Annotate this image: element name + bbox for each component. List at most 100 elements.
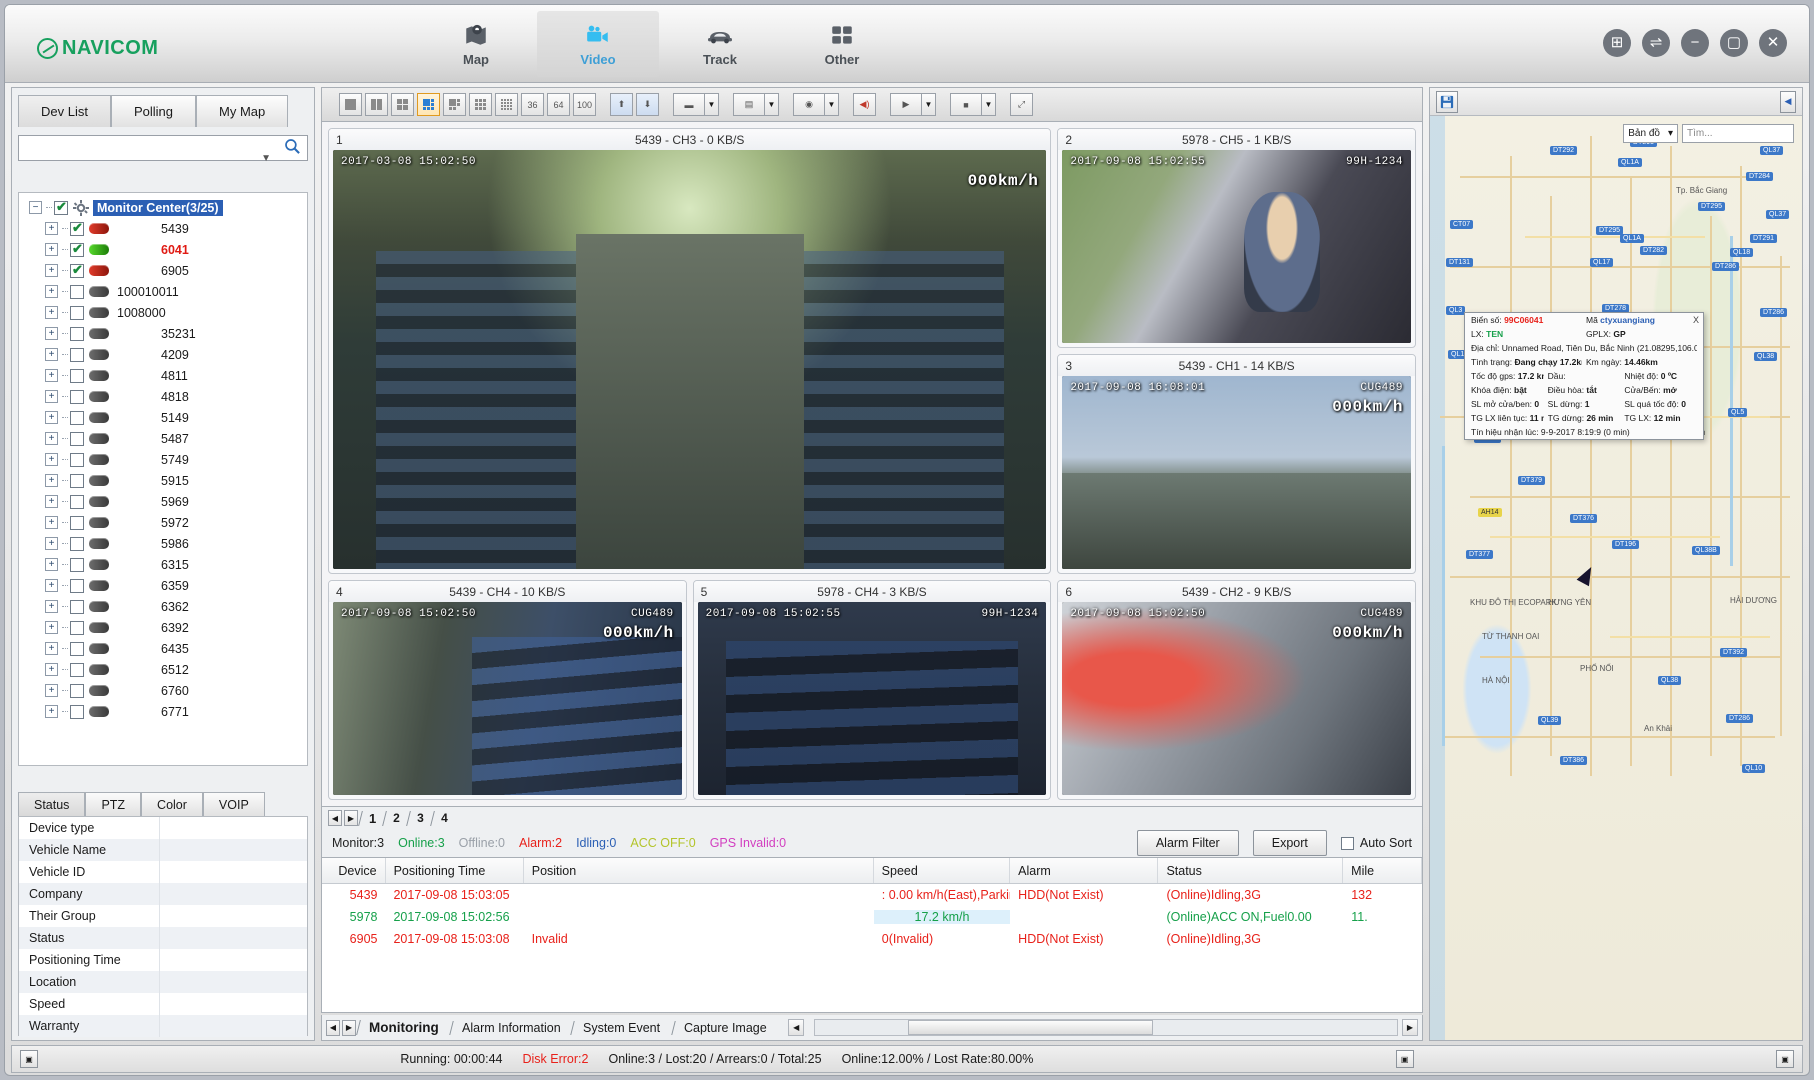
layout-16-icon[interactable] xyxy=(495,93,518,116)
stream-up-icon[interactable]: ⬆ xyxy=(610,93,633,116)
col-positioning-time[interactable]: Positioning Time xyxy=(386,858,524,883)
col-status[interactable]: Status xyxy=(1158,858,1343,883)
expand-toggle-icon[interactable]: + xyxy=(45,348,58,361)
tree-device-row[interactable]: +35231 xyxy=(19,323,307,344)
statusbar-right-icon[interactable]: ▣ xyxy=(1776,1050,1794,1068)
maximize-icon[interactable]: ▢ xyxy=(1720,29,1748,57)
device-checkbox[interactable] xyxy=(70,579,84,593)
tree-device-row[interactable]: +5969 xyxy=(19,491,307,512)
magnifier-icon[interactable] xyxy=(277,138,307,158)
switch-user-icon[interactable]: ⇌ xyxy=(1642,29,1670,57)
video-cell-body[interactable]: 2017-09-08 15:02:5599H-1234 xyxy=(698,602,1047,795)
expand-toggle-icon[interactable]: + xyxy=(45,243,58,256)
playback-dropdown-icon[interactable]: ▼ xyxy=(765,93,779,116)
layout-icon[interactable]: ⊞ xyxy=(1603,29,1631,57)
video-cell-body[interactable]: 2017-09-08 15:02:50CUG489000km/h xyxy=(333,602,682,795)
export-button[interactable]: Export xyxy=(1253,830,1327,856)
video-page-tab[interactable]: 3 xyxy=(406,811,433,826)
expand-toggle-icon[interactable]: + xyxy=(45,432,58,445)
audio-icon[interactable]: ◀) xyxy=(853,93,876,116)
device-checkbox[interactable] xyxy=(70,306,84,320)
device-checkbox[interactable] xyxy=(70,327,84,341)
tree-device-row[interactable]: +5972 xyxy=(19,512,307,533)
close-icon[interactable]: ✕ xyxy=(1759,29,1787,57)
tree-device-row[interactable]: +4811 xyxy=(19,365,307,386)
tab-status[interactable]: Status xyxy=(18,792,85,818)
expand-toggle-icon[interactable]: + xyxy=(45,705,58,718)
video-cell[interactable]: 15439 - CH3 - 0 KB/S2017-03-08 15:02:500… xyxy=(328,128,1051,574)
device-checkbox[interactable] xyxy=(70,600,84,614)
collapse-toggle-icon[interactable]: − xyxy=(29,201,42,214)
tab-polling[interactable]: Polling xyxy=(111,95,196,127)
device-checkbox[interactable] xyxy=(70,474,84,488)
record-dropdown-icon[interactable]: ▼ xyxy=(705,93,719,116)
expand-toggle-icon[interactable]: + xyxy=(45,369,58,382)
layout-1-icon[interactable] xyxy=(339,93,362,116)
table-row[interactable]: 59782017-09-08 15:02:5617.2 km/h(Online)… xyxy=(322,906,1422,928)
tab-dev-list[interactable]: Dev List xyxy=(18,95,111,127)
layout-64-icon[interactable]: 64 xyxy=(547,93,570,116)
tab-alarm-information[interactable]: Alarm Information xyxy=(449,1021,572,1035)
video-cell[interactable]: 65439 - CH2 - 9 KB/S2017-09-08 15:02:50C… xyxy=(1057,580,1416,800)
tree-device-row[interactable]: +6362 xyxy=(19,596,307,617)
layout-6-icon[interactable] xyxy=(417,93,440,116)
expand-toggle-icon[interactable]: + xyxy=(45,285,58,298)
bottom-tab-prev-icon[interactable]: ◀ xyxy=(326,1020,340,1036)
video-cell-body[interactable]: 2017-09-08 16:08:01CUG489000km/h xyxy=(1062,376,1411,569)
tree-device-row[interactable]: +5749 xyxy=(19,449,307,470)
expand-toggle-icon[interactable]: + xyxy=(45,474,58,487)
tab-system-event[interactable]: System Event xyxy=(571,1021,673,1035)
tree-device-row[interactable]: +6359 xyxy=(19,575,307,596)
col-device[interactable]: Device xyxy=(322,858,386,883)
bottom-tab-next-icon[interactable]: ▶ xyxy=(342,1020,356,1036)
device-checkbox[interactable] xyxy=(70,285,84,299)
expand-toggle-icon[interactable]: + xyxy=(45,495,58,508)
save-icon[interactable] xyxy=(1436,91,1458,113)
tree-device-row[interactable]: +6435 xyxy=(19,638,307,659)
auto-sort-checkbox[interactable]: Auto Sort xyxy=(1341,836,1412,850)
chevron-right-icon[interactable]: ◀ xyxy=(1780,91,1796,113)
col-alarm[interactable]: Alarm xyxy=(1010,858,1158,883)
root-checkbox[interactable] xyxy=(54,201,68,215)
tree-device-row[interactable]: +5149 xyxy=(19,407,307,428)
hscroll-right-icon[interactable]: ▶ xyxy=(1402,1019,1418,1036)
video-cell[interactable]: 55978 - CH4 - 3 KB/S2017-09-08 15:02:559… xyxy=(693,580,1052,800)
col-position[interactable]: Position xyxy=(524,858,874,883)
device-checkbox[interactable] xyxy=(70,558,84,572)
expand-toggle-icon[interactable]: + xyxy=(45,222,58,235)
playback-icon[interactable]: ▤ xyxy=(733,93,765,116)
snapshot-icon[interactable]: ◉ xyxy=(793,93,825,116)
expand-toggle-icon[interactable]: + xyxy=(45,600,58,613)
tab-ptz[interactable]: PTZ xyxy=(85,792,141,818)
expand-toggle-icon[interactable]: + xyxy=(45,390,58,403)
table-row[interactable]: 69052017-09-08 15:03:08Invalid0(Invalid)… xyxy=(322,928,1422,950)
device-checkbox[interactable] xyxy=(70,642,84,656)
play-dropdown-icon[interactable]: ▼ xyxy=(922,93,936,116)
device-checkbox[interactable] xyxy=(70,348,84,362)
tree-device-row[interactable]: +6512 xyxy=(19,659,307,680)
tree-device-row[interactable]: +4818 xyxy=(19,386,307,407)
expand-toggle-icon[interactable]: + xyxy=(45,516,58,529)
col-speed[interactable]: Speed xyxy=(874,858,1010,883)
minimize-icon[interactable]: − xyxy=(1681,29,1709,57)
map-search-input[interactable]: Tìm... xyxy=(1682,124,1794,143)
horizontal-scrollbar[interactable] xyxy=(814,1019,1398,1036)
monitor-data-table[interactable]: Device Positioning Time Position Speed A… xyxy=(321,857,1423,1013)
layout-2-icon[interactable] xyxy=(365,93,388,116)
tree-device-row[interactable]: +5915 xyxy=(19,470,307,491)
hscroll-left-icon[interactable]: ◀ xyxy=(788,1019,804,1036)
device-checkbox[interactable] xyxy=(70,705,84,719)
stream-down-icon[interactable]: ⬇ xyxy=(636,93,659,116)
layout-9-icon[interactable] xyxy=(469,93,492,116)
nav-tab-other[interactable]: Other xyxy=(781,11,903,77)
video-cell-body[interactable]: 2017-09-08 15:02:50CUG489000km/h xyxy=(1062,602,1411,795)
col-mile[interactable]: Mile xyxy=(1343,858,1422,883)
tab-my-map[interactable]: My Map xyxy=(196,95,288,127)
tree-device-row[interactable]: +6760 xyxy=(19,680,307,701)
device-checkbox[interactable] xyxy=(70,390,84,404)
device-checkbox[interactable] xyxy=(70,369,84,383)
device-checkbox[interactable] xyxy=(70,264,84,278)
device-checkbox[interactable] xyxy=(70,516,84,530)
tree-device-row[interactable]: +6315 xyxy=(19,554,307,575)
map-viewport[interactable]: QL1ADT295DT292QL37DT284DT295QL37DT291QL1… xyxy=(1430,116,1802,1040)
